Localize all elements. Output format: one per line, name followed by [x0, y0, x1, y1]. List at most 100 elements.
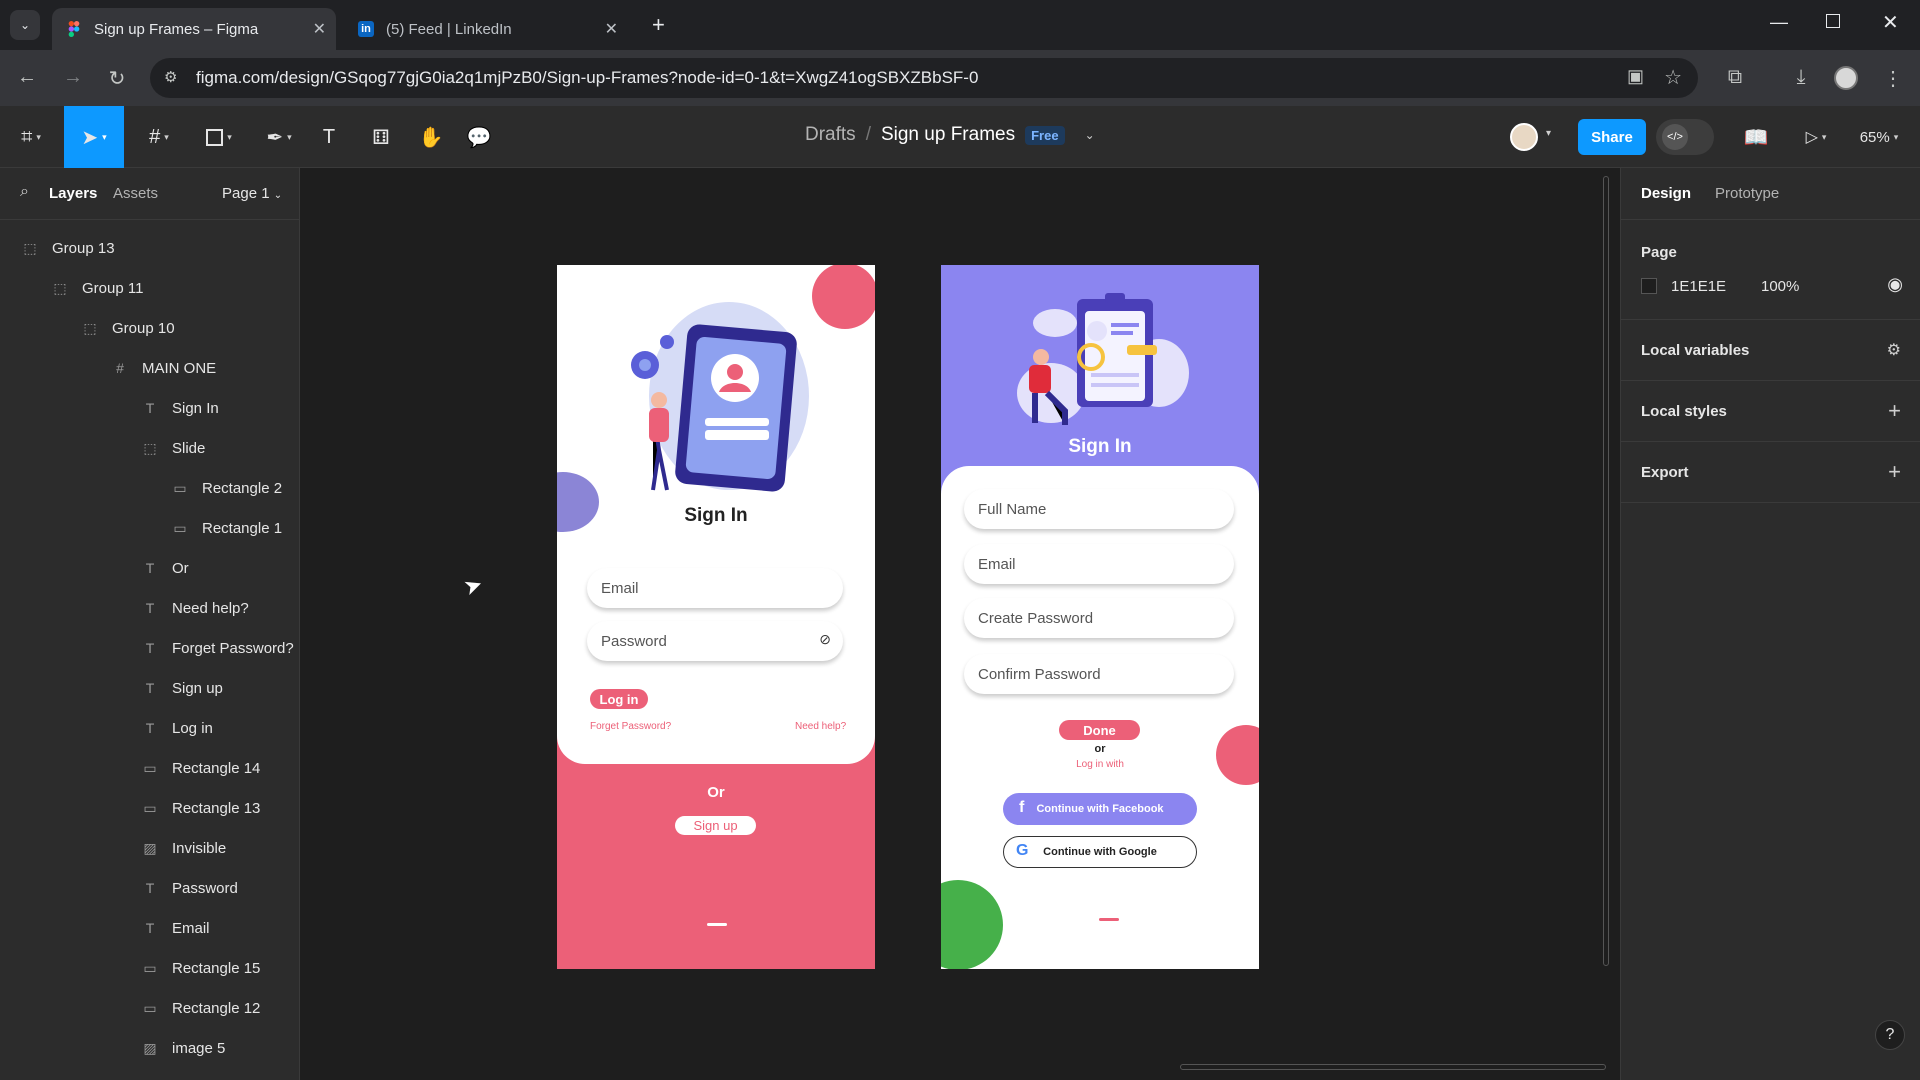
layer-row[interactable]: T Email — [140, 908, 210, 948]
full-name-field[interactable]: Full Name — [964, 489, 1234, 529]
reload-icon[interactable]: ↻ — [104, 66, 130, 91]
rectangle-icon: ▭ — [143, 959, 157, 976]
forget-password-link[interactable]: Forget Password? — [590, 721, 671, 732]
page-color-swatch[interactable] — [1641, 278, 1657, 294]
main-menu-button[interactable]: ⌗ ▾ — [8, 106, 54, 168]
layer-row[interactable]: ⬚ Group 11 — [50, 268, 143, 308]
present-button[interactable]: ▷ ▾ — [1796, 106, 1836, 168]
page-selector[interactable]: Page 1 ⌄ — [222, 185, 282, 202]
back-icon[interactable]: ← — [14, 66, 40, 89]
vertical-scrollbar[interactable] — [1603, 176, 1609, 966]
url-bar[interactable]: ⚙ figma.com/design/GSqog77gjG0ia2q1mjPzB… — [150, 58, 1698, 98]
frame-sign-in-purple[interactable]: Sign In Full Name Email Create Password … — [941, 265, 1259, 969]
layer-row[interactable]: ▨ image 5 — [140, 1028, 225, 1068]
minimize-icon[interactable]: — — [1770, 12, 1788, 33]
tab-linkedin[interactable]: in (5) Feed | LinkedIn ✕ — [344, 8, 628, 50]
help-button[interactable]: ? — [1875, 1020, 1905, 1050]
search-icon[interactable]: ⌕ — [20, 183, 29, 201]
close-window-icon[interactable]: ✕ — [1882, 10, 1899, 35]
password-field[interactable]: Password ⊘ — [587, 621, 843, 661]
page-opacity-value[interactable]: 100% — [1761, 278, 1799, 295]
done-button[interactable]: Done — [1059, 720, 1140, 740]
tab-assets[interactable]: Assets — [113, 185, 158, 202]
email-field[interactable]: Email — [587, 568, 843, 608]
layer-row[interactable]: ▭ Rectangle 13 — [140, 788, 260, 828]
confirm-password-field[interactable]: Confirm Password — [964, 654, 1234, 694]
share-button[interactable]: Share — [1578, 119, 1646, 155]
resources-tool-button[interactable]: ⚅ — [364, 106, 398, 168]
layer-row[interactable]: ▨ Invisible — [140, 828, 226, 868]
new-tab-icon[interactable]: + — [652, 12, 665, 38]
layer-row[interactable]: ▭ Rectangle 2 — [170, 468, 282, 508]
email-field[interactable]: Email — [964, 544, 1234, 584]
layer-row[interactable]: T Sign up — [140, 668, 223, 708]
comment-tool-button[interactable]: 💬 — [462, 106, 496, 168]
extensions-icon[interactable]: ⧉ — [1722, 66, 1748, 89]
zoom-menu[interactable]: 65% ▾ — [1850, 106, 1908, 168]
bookmark-star-icon[interactable]: ☆ — [1664, 65, 1682, 90]
close-tab-icon[interactable]: ✕ — [605, 19, 618, 39]
continue-google-button[interactable]: G Continue with Google — [1003, 836, 1197, 868]
frame-sign-in-pink[interactable]: Sign In Email Password ⊘ Log in Forget P… — [557, 265, 875, 969]
hand-tool-button[interactable]: ✋ — [414, 106, 448, 168]
create-password-field[interactable]: Create Password — [964, 598, 1234, 638]
layer-row[interactable]: ▭ Rectangle 14 — [140, 748, 260, 788]
signup-button[interactable]: Sign up — [675, 816, 756, 835]
tab-figma[interactable]: Sign up Frames – Figma ✕ — [52, 8, 336, 50]
eye-off-icon[interactable]: ⊘ — [819, 631, 831, 648]
layer-row[interactable]: T Need help? — [140, 588, 249, 628]
page-color-value[interactable]: 1E1E1E — [1671, 278, 1726, 295]
close-tab-icon[interactable]: ✕ — [313, 19, 326, 39]
eye-icon[interactable]: ◉ — [1887, 274, 1903, 295]
forward-icon[interactable]: → — [60, 66, 86, 89]
restore-icon[interactable] — [1826, 14, 1840, 28]
variables-settings-icon[interactable]: ⚙ — [1887, 340, 1901, 360]
file-name[interactable]: Sign up Frames — [881, 124, 1015, 146]
layer-row[interactable]: T Sign In — [140, 388, 219, 428]
chevron-down-icon[interactable]: ⌄ — [1085, 128, 1095, 142]
layer-row[interactable]: ○Ellipse 4 — [140, 1068, 229, 1080]
chevron-down-icon[interactable]: ▾ — [1546, 128, 1551, 139]
layer-row[interactable]: ▭ Rectangle 12 — [140, 988, 260, 1028]
layer-row[interactable]: ⬚ Group 10 — [80, 308, 174, 348]
tab-design[interactable]: Design — [1641, 185, 1691, 202]
clipboard-icon[interactable]: ▣ — [1627, 66, 1644, 87]
need-help-link[interactable]: Need help? — [795, 721, 846, 732]
move-tool-button[interactable]: ➤ ▾ — [64, 106, 124, 168]
text-tool-button[interactable]: T — [314, 106, 344, 168]
multiplayer-avatar[interactable] — [1510, 123, 1538, 151]
dev-mode-toggle[interactable]: </> — [1656, 119, 1714, 155]
add-style-icon[interactable]: + — [1888, 398, 1901, 424]
layer-row[interactable]: T Forget Password? — [140, 628, 294, 668]
layer-row[interactable]: ▭ Rectangle 1 — [170, 508, 282, 548]
layer-row[interactable]: T Log in — [140, 708, 213, 748]
library-button[interactable]: 📖 — [1738, 106, 1774, 168]
local-variables-section[interactable]: Local variables ⚙ — [1621, 320, 1920, 381]
shape-tool-button[interactable]: ▾ — [194, 106, 244, 168]
login-with-link[interactable]: Log in with — [941, 759, 1259, 770]
export-section[interactable]: Export + — [1621, 442, 1920, 503]
profile-avatar[interactable] — [1834, 66, 1858, 90]
layer-row[interactable]: T Or — [140, 548, 189, 588]
local-styles-section[interactable]: Local styles + — [1621, 381, 1920, 442]
site-info-icon[interactable]: ⚙ — [164, 68, 177, 86]
tab-search-button[interactable]: ⌄ — [10, 10, 40, 40]
layer-row[interactable]: # MAIN ONE — [110, 348, 216, 388]
frame-tool-button[interactable]: # ▾ — [134, 106, 184, 168]
layer-row[interactable]: ⬚ Group 13 — [20, 228, 114, 268]
browser-menu-icon[interactable]: ⋮ — [1880, 66, 1906, 91]
download-icon[interactable]: ⤓ — [1788, 66, 1814, 89]
continue-facebook-button[interactable]: f Continue with Facebook — [1003, 793, 1197, 825]
layer-row[interactable]: ⬚ Slide — [140, 428, 205, 468]
tab-prototype[interactable]: Prototype — [1715, 185, 1779, 202]
login-button[interactable]: Log in — [590, 689, 648, 709]
breadcrumb-drafts[interactable]: Drafts — [805, 124, 856, 146]
design-canvas[interactable]: Sign In Email Password ⊘ Log in Forget P… — [300, 168, 1620, 1080]
layer-row[interactable]: T Password — [140, 868, 238, 908]
add-export-icon[interactable]: + — [1888, 459, 1901, 485]
horizontal-scrollbar[interactable] — [1180, 1064, 1606, 1070]
pen-tool-button[interactable]: ✒ ▾ — [254, 106, 304, 168]
tab-layers[interactable]: Layers — [49, 185, 97, 202]
layer-row[interactable]: ▭ Rectangle 15 — [140, 948, 260, 988]
layer-name: Or — [172, 559, 189, 577]
